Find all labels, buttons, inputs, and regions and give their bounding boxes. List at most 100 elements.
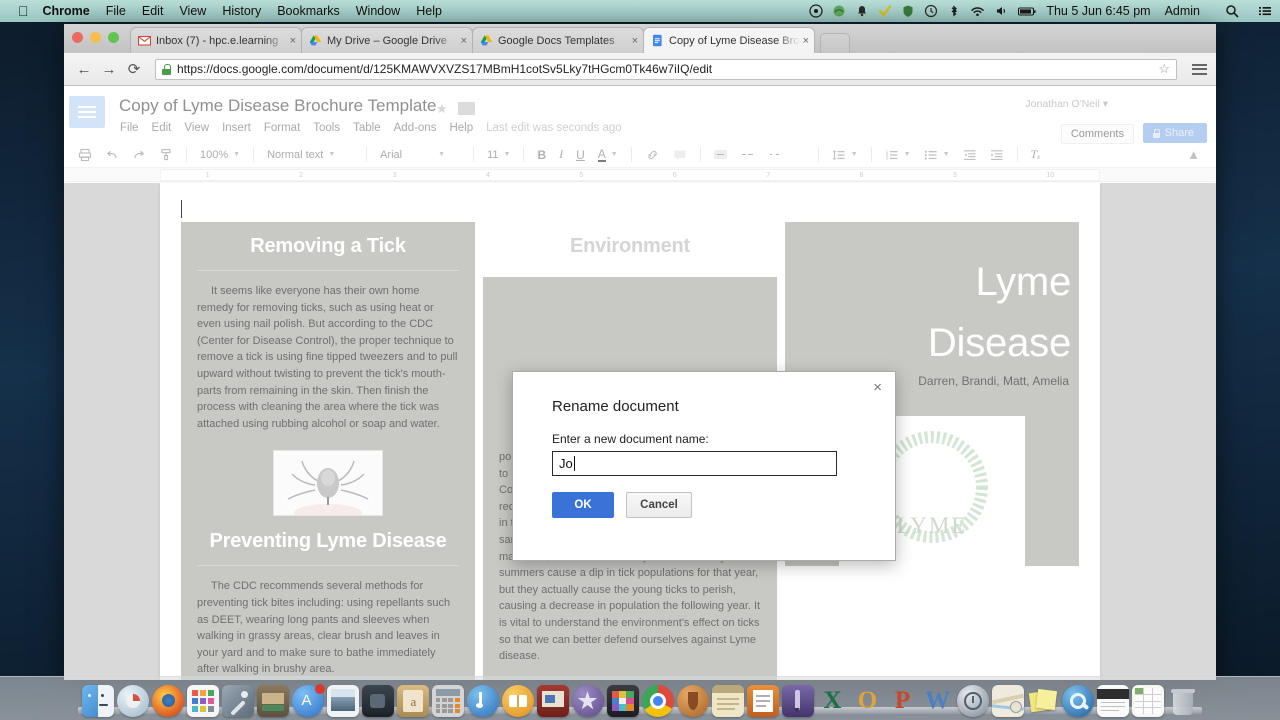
line-spacing-icon[interactable]: ▼ <box>832 148 858 162</box>
document-icon[interactable] <box>1096 685 1129 717</box>
time-machine-icon[interactable] <box>956 685 989 717</box>
share-button[interactable]: Share <box>1142 123 1207 143</box>
docs-ruler[interactable]: 1 2 3 4 5 6 7 8 9 10 <box>64 168 1216 182</box>
collapse-toolbar-icon[interactable]: ▲ <box>1187 147 1200 162</box>
account-name[interactable]: Jonathan O'Neil ▾ <box>1025 98 1108 110</box>
app-store-icon[interactable]: A <box>291 684 325 717</box>
dropbox-icon[interactable] <box>809 4 823 18</box>
word-icon[interactable]: W <box>922 685 954 717</box>
notes-icon[interactable] <box>711 685 744 717</box>
docs-menu-format[interactable]: Format <box>264 122 300 134</box>
excel-icon[interactable]: X <box>817 685 849 717</box>
align-right-icon[interactable] <box>766 152 779 158</box>
preview-icon[interactable] <box>326 685 359 717</box>
cancel-button[interactable]: Cancel <box>626 492 692 518</box>
outlook-icon[interactable]: O <box>852 685 884 717</box>
font-family-dropdown[interactable]: Arial ▼ <box>380 149 460 161</box>
image-capture-icon[interactable] <box>256 685 289 717</box>
align-justify-icon[interactable] <box>792 152 805 158</box>
docs-menu-addons[interactable]: Add-ons <box>394 122 437 134</box>
address-bar[interactable]: https://docs.google.com/document/d/125KM… <box>155 58 1177 80</box>
itunes-icon[interactable] <box>466 685 499 717</box>
chrome-icon[interactable] <box>641 685 674 717</box>
redo-icon[interactable] <box>132 148 146 162</box>
paragraph-style-dropdown[interactable]: Normal text ▼ <box>267 149 353 161</box>
final-cut-icon[interactable] <box>606 685 639 717</box>
chrome-menu-icon[interactable] <box>1192 61 1207 77</box>
numbered-list-icon[interactable]: 123 ▼ <box>885 148 910 162</box>
insert-link-icon[interactable] <box>645 148 660 162</box>
browser-tab-my-drive[interactable]: My Drive – Google Drive × <box>301 27 473 53</box>
trash-icon[interactable] <box>1167 685 1199 717</box>
dictionary-icon[interactable]: a <box>396 685 429 717</box>
zoom-level-dropdown[interactable]: 100% ▼ <box>200 149 240 161</box>
close-tab-icon[interactable]: × <box>632 35 638 47</box>
battery-icon[interactable] <box>1017 4 1037 18</box>
back-button[interactable]: ← <box>73 58 95 80</box>
imovie-icon[interactable] <box>571 685 604 717</box>
close-tab-icon[interactable]: × <box>290 35 296 47</box>
insert-comment-icon[interactable] <box>673 148 687 162</box>
undo-icon[interactable] <box>105 148 119 162</box>
docs-menu-table[interactable]: Table <box>353 122 381 134</box>
menubar-item-history[interactable]: History <box>222 4 261 18</box>
italic-button[interactable]: I <box>559 147 563 162</box>
garageband-icon[interactable] <box>676 685 709 717</box>
menubar-item-edit[interactable]: Edit <box>142 4 164 18</box>
font-size-dropdown[interactable]: 11 ▼ <box>487 149 510 161</box>
underline-button[interactable]: U <box>576 148 585 162</box>
f-lux-icon[interactable] <box>832 4 846 18</box>
docs-menu-help[interactable]: Help <box>449 122 473 134</box>
browser-tab-inbox[interactable]: Inbox (7) - hpc.e.learning × <box>130 27 302 53</box>
menubar-item-help[interactable]: Help <box>416 4 442 18</box>
firefox-icon[interactable] <box>151 685 184 717</box>
document-name-input[interactable]: Jo <box>552 451 837 476</box>
search-icon[interactable] <box>1225 4 1239 18</box>
powerpoint-icon[interactable]: P <box>887 685 919 717</box>
apple-logo-icon[interactable]:  <box>18 4 29 18</box>
quicktime-icon[interactable] <box>1061 685 1094 717</box>
photo-booth-icon[interactable] <box>361 685 394 717</box>
docs-menu-insert[interactable]: Insert <box>222 122 251 134</box>
bluetooth-icon[interactable] <box>947 4 961 18</box>
spreadsheet-icon[interactable] <box>1131 685 1164 717</box>
docs-menu-tools[interactable]: Tools <box>313 122 340 134</box>
docs-menu-edit[interactable]: Edit <box>152 122 172 134</box>
finder-icon[interactable] <box>81 685 114 717</box>
menubar-item-bookmarks[interactable]: Bookmarks <box>277 4 340 18</box>
docs-home-icon[interactable] <box>69 96 105 128</box>
browser-tab-lyme-brochure[interactable]: Copy of Lyme Disease Broc × <box>643 27 815 53</box>
close-tab-icon[interactable]: × <box>803 35 809 47</box>
align-center-icon[interactable] <box>740 152 753 158</box>
menubar-item-file[interactable]: File <box>106 4 126 18</box>
folder-icon[interactable] <box>458 102 475 115</box>
menubar-datetime[interactable]: Thu 5 Jun 6:45 pm <box>1046 4 1150 18</box>
close-tab-icon[interactable]: × <box>461 35 467 47</box>
menubar-user[interactable]: Admin <box>1165 4 1200 18</box>
clock-icon[interactable] <box>924 4 938 18</box>
wifi-icon[interactable] <box>970 4 985 18</box>
ok-button[interactable]: OK <box>552 492 614 518</box>
keynote-icon[interactable] <box>536 685 569 717</box>
volume-icon[interactable] <box>994 4 1008 18</box>
new-tab-button[interactable] <box>820 33 850 53</box>
browser-tab-docs-templates[interactable]: Google Docs Templates × <box>472 27 644 53</box>
ibooks-icon[interactable] <box>501 685 534 717</box>
menubar-item-window[interactable]: Window <box>356 4 400 18</box>
docs-menu-file[interactable]: File <box>120 122 139 134</box>
stickies-icon[interactable] <box>1027 685 1059 717</box>
pages-icon[interactable] <box>746 685 779 717</box>
document-title[interactable]: Copy of Lyme Disease Brochure Template <box>119 96 437 116</box>
notification-center-icon[interactable] <box>1258 4 1272 18</box>
menubar-item-view[interactable]: View <box>179 4 206 18</box>
close-icon[interactable]: × <box>873 380 882 395</box>
shield-icon[interactable] <box>901 4 915 18</box>
sketch-icon[interactable] <box>781 685 814 717</box>
bookmark-star-icon[interactable]: ☆ <box>1158 61 1170 77</box>
bulleted-list-icon[interactable]: ▼ <box>924 148 950 162</box>
maps-icon[interactable] <box>991 685 1024 717</box>
comments-button[interactable]: Comments <box>1060 124 1134 144</box>
paint-format-icon[interactable] <box>159 148 173 162</box>
clear-formatting-icon[interactable]: Tₓ <box>1031 147 1041 162</box>
bell-icon[interactable] <box>855 4 869 18</box>
